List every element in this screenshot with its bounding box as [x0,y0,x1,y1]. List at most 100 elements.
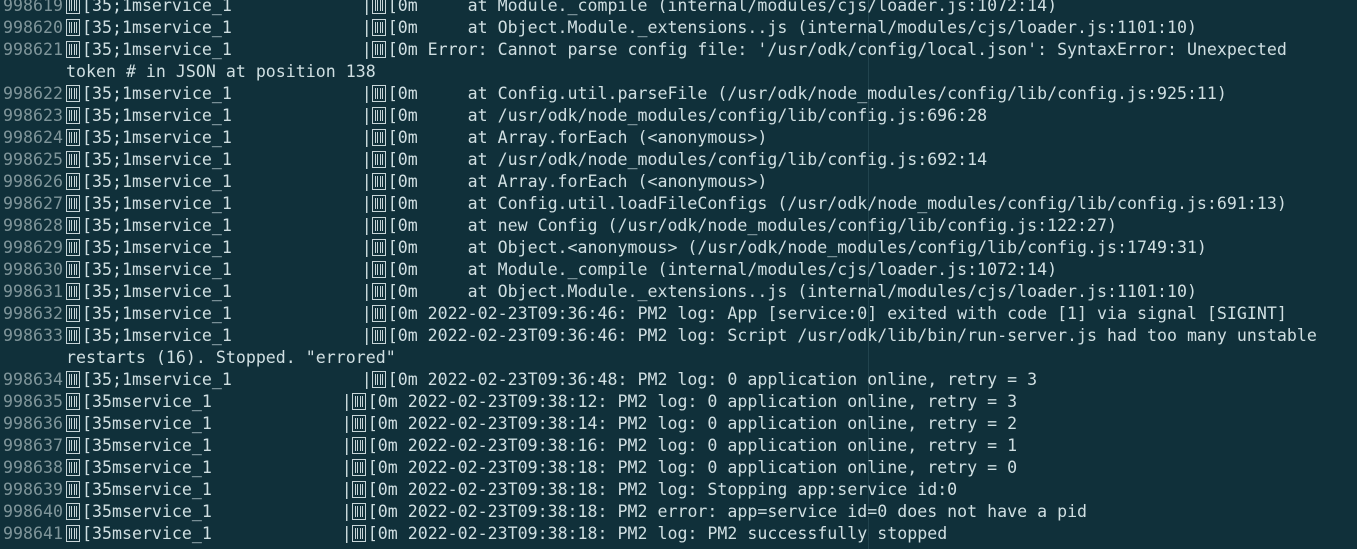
line-number: 998619 [3,0,63,15]
escape-char-icon [66,327,80,344]
log-line: 998623 [35;1mservice_1 | [0m at /usr/odk/n… [0,105,1357,127]
log-prefix: [35mservice_1 | [82,524,352,543]
log-message: [0m at /usr/odk/node_modules/config/lib/… [387,150,988,169]
escape-char-icon [371,261,386,278]
escape-char-icon [66,217,80,234]
escape-char-icon [371,41,386,58]
log-line-content: [35;1mservice_1 | [0m 2022-02-23T09:36:48… [66,369,1037,391]
line-number: 998633 [3,326,63,345]
log-line: 998630 [35;1mservice_1 | [0m at Module._co… [0,259,1357,281]
log-line: 998620 [35;1mservice_1 | [0m at Object.Mod… [0,17,1357,39]
log-prefix: [35;1mservice_1 | [82,370,372,389]
line-number: 998625 [3,150,63,169]
log-line: 998624 [35;1mservice_1 | [0m at Array.forE… [0,127,1357,149]
log-message: [0m 2022-02-23T09:36:46: PM2 log: App [s… [387,304,1287,323]
log-prefix: [35;1mservice_1 | [82,84,372,103]
escape-char-icon [371,371,386,388]
log-line-content: [35mservice_1 | [0m 2022-02-23T09:38:14: … [66,413,1017,435]
escape-char-icon [371,107,386,124]
escape-char-icon [351,459,366,476]
log-line: 998636 [35mservice_1 | [0m 2022-02-23T09:3… [0,413,1357,435]
log-prefix: [35mservice_1 | [82,480,352,499]
escape-char-icon [66,481,80,498]
log-line: 998638 [35mservice_1 | [0m 2022-02-23T09:3… [0,457,1357,479]
escape-char-icon [351,503,366,520]
escape-char-icon [66,41,80,58]
escape-char-icon [371,327,386,344]
log-prefix: [35;1mservice_1 | [82,18,372,37]
log-prefix: [35mservice_1 | [82,392,352,411]
escape-char-icon [371,173,386,190]
escape-char-icon [66,415,80,432]
escape-char-icon [66,129,80,146]
log-line-content: [35;1mservice_1 | [0m at Array.forEach (<… [66,171,767,193]
log-line-content: [35;1mservice_1 | [0m at Module._compile … [66,259,1057,281]
log-prefix: [35mservice_1 | [82,414,352,433]
log-message: [0m 2022-02-23T09:36:46: PM2 log: Script… [387,326,1317,345]
log-prefix: [35;1mservice_1 | [82,106,372,125]
terminal-window[interactable]: 998619 [35;1mservice_1 | [0m at Module._co… [0,0,1357,549]
escape-char-icon [371,19,386,36]
line-number: 998627 [3,194,63,213]
line-number: 998622 [3,84,63,103]
log-line: 998628 [35;1mservice_1 | [0m at new Config… [0,215,1357,237]
log-prefix: [35;1mservice_1 | [82,238,372,257]
log-line: 998626 [35;1mservice_1 | [0m at Array.forE… [0,171,1357,193]
line-number: 998623 [3,106,63,125]
escape-char-icon [66,437,80,454]
log-prefix: [35;1mservice_1 | [82,150,372,169]
log-message: [0m at Array.forEach (<anonymous>) [387,128,768,147]
escape-char-icon [371,239,386,256]
log-line-content: [35;1mservice_1 | [0m at Object.Module._e… [66,281,1197,303]
log-message-continuation: restarts (16). Stopped. "errored" [66,348,396,367]
line-number-spacer [0,61,66,83]
log-message: [0m 2022-02-23T09:38:18: PM2 log: PM2 su… [367,524,948,543]
log-message: [0m 2022-02-23T09:38:14: PM2 log: 0 appl… [367,414,1018,433]
line-number: 998628 [3,216,63,235]
log-line-content: [35;1mservice_1 | [0m Error: Cannot parse… [66,39,1287,61]
log-message: [0m at Object.Module._extensions..js (in… [387,282,1197,301]
log-prefix: [35mservice_1 | [82,436,352,455]
escape-char-icon [66,503,80,520]
log-prefix: [35;1mservice_1 | [82,260,372,279]
log-prefix: [35mservice_1 | [82,502,352,521]
log-message: [0m Error: Cannot parse config file: '/u… [387,40,1287,59]
line-number-spacer [0,347,66,369]
log-prefix: [35;1mservice_1 | [82,128,372,147]
log-line-content: [35mservice_1 | [0m 2022-02-23T09:38:18: … [66,457,1017,479]
log-prefix: [35;1mservice_1 | [82,304,372,323]
escape-char-icon [351,393,366,410]
log-line-content: [35;1mservice_1 | [0m at Object.<anonymou… [66,237,1207,259]
escape-char-icon [371,151,386,168]
line-number: 998636 [3,414,63,433]
escape-char-icon [66,151,80,168]
log-message: [0m at new Config (/usr/odk/node_modules… [387,216,1118,235]
log-message: [0m at Config.util.loadFileConfigs (/usr… [387,194,1287,213]
escape-char-icon [351,481,366,498]
line-number: 998629 [3,238,63,257]
log-line-content: [35;1mservice_1 | [0m at /usr/odk/node_mo… [66,105,987,127]
line-number: 998621 [3,40,63,59]
log-line-content: [35;1mservice_1 | [0m at Module._compile … [66,0,1057,17]
escape-char-icon [351,525,366,542]
log-line-content: [35mservice_1 | [0m 2022-02-23T09:38:18: … [66,523,947,545]
log-message: [0m at Config.util.parseFile (/usr/odk/n… [387,84,1227,103]
escape-char-icon [371,0,386,14]
escape-char-icon [66,261,80,278]
log-line-content: [35;1mservice_1 | [0m at Config.util.load… [66,193,1287,215]
escape-char-icon [371,283,386,300]
escape-char-icon [66,371,80,388]
log-line: 998635 [35mservice_1 | [0m 2022-02-23T09:3… [0,391,1357,413]
log-line-content: [35;1mservice_1 | [0m 2022-02-23T09:36:46… [66,303,1287,325]
escape-char-icon [371,129,386,146]
log-message: [0m at Object.<anonymous> (/usr/odk/node… [387,238,1207,257]
escape-char-icon [351,437,366,454]
log-message: [0m at /usr/odk/node_modules/config/lib/… [387,106,988,125]
log-line: 998621 [35;1mservice_1 | [0m Error: Cannot… [0,39,1357,61]
line-number: 998632 [3,304,63,323]
log-prefix: [35;1mservice_1 | [82,326,372,345]
line-number: 998631 [3,282,63,301]
escape-char-icon [66,525,80,542]
log-line-content: [35;1mservice_1 | [0m at Array.forEach (<… [66,127,767,149]
log-line: 998629 [35;1mservice_1 | [0m at Object.<an… [0,237,1357,259]
